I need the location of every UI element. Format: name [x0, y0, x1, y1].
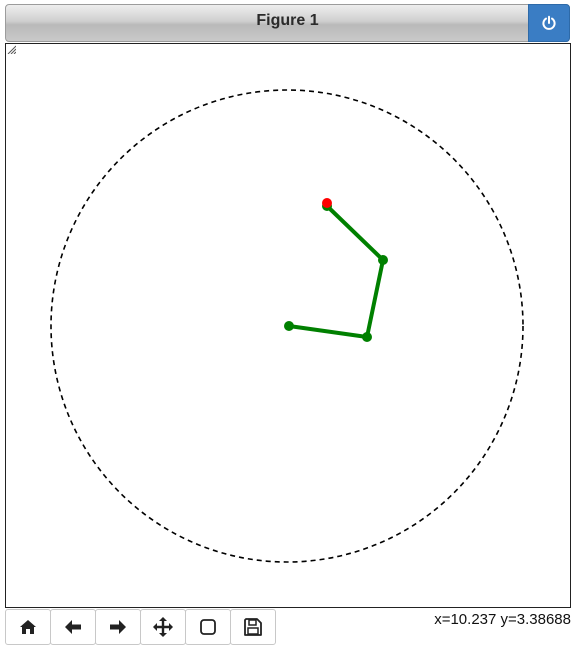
figure-window: Figure 1 x=10.237 y=3.38688 [0, 0, 574, 648]
navigation-toolbar [5, 609, 276, 645]
forward-button[interactable] [95, 609, 141, 645]
plot-canvas[interactable] [5, 43, 571, 608]
zoom-rect-button[interactable] [185, 609, 231, 645]
arrow-right-icon [110, 620, 126, 634]
pan-button[interactable] [140, 609, 186, 645]
resize-grip-icon[interactable] [6, 44, 16, 54]
square-icon [200, 619, 216, 635]
power-icon [542, 15, 556, 30]
arrow-left-icon [65, 620, 81, 634]
back-button[interactable] [50, 609, 96, 645]
joint-base [284, 321, 294, 331]
home-button[interactable] [5, 609, 51, 645]
save-icon [244, 618, 262, 636]
home-icon [20, 620, 36, 634]
cursor-coordinates: x=10.237 y=3.38688 [434, 611, 571, 628]
save-button[interactable] [230, 609, 276, 645]
figure-title: Figure 1 [256, 12, 319, 29]
close-figure-button[interactable] [528, 4, 570, 42]
robot-arm-links [288, 204, 385, 339]
joint-wrist [378, 255, 388, 265]
plot-svg [50, 89, 524, 563]
end-effector-marker [322, 198, 332, 208]
title-bar: Figure 1 [5, 4, 570, 42]
joint-elbow [362, 332, 372, 342]
move-icon [153, 617, 173, 637]
